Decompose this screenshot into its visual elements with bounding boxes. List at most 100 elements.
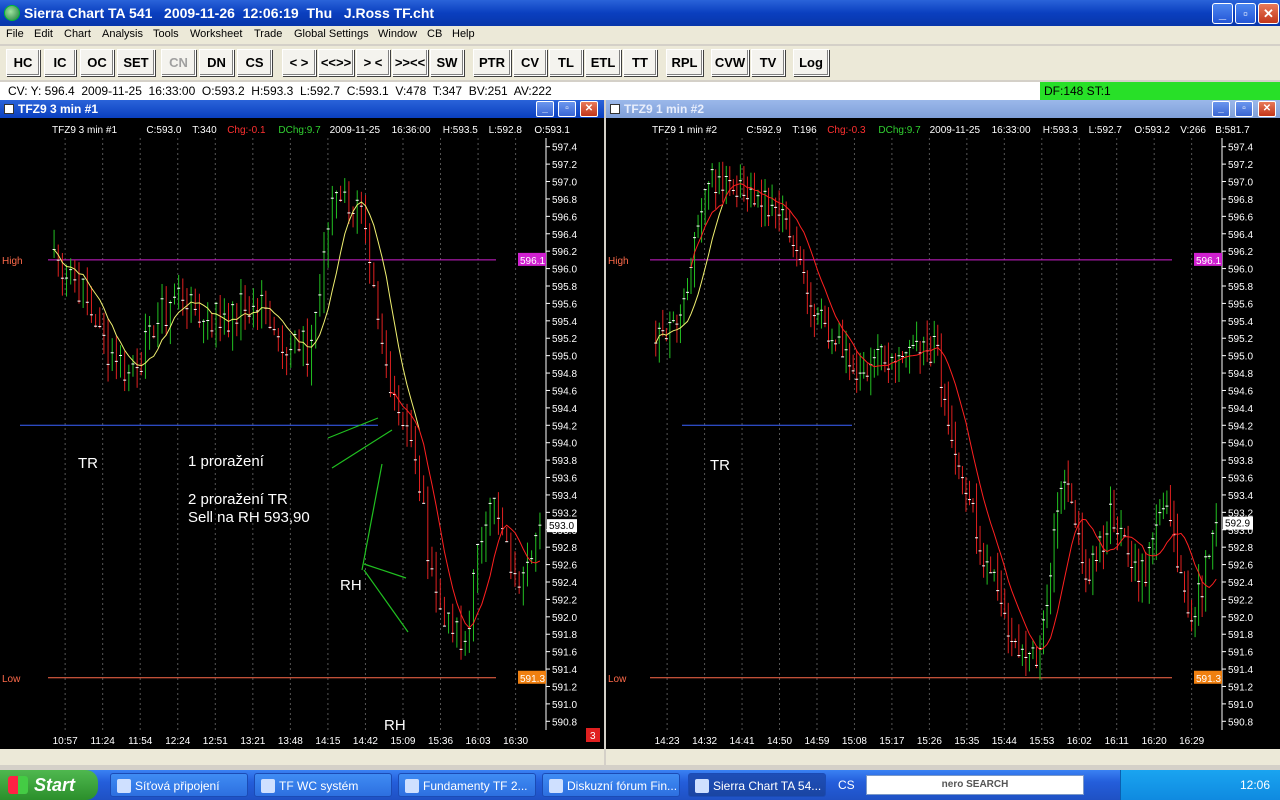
start-button[interactable]: Start (0, 770, 98, 800)
menu-file[interactable]: File (6, 28, 24, 40)
ic-button[interactable]: IC (44, 49, 76, 76)
tl-button[interactable]: TL (549, 49, 583, 76)
annotation-tr: TR (78, 455, 98, 472)
menu-help[interactable]: Help (452, 28, 475, 40)
horizontal-scrollbar[interactable] (606, 749, 1280, 765)
cvw-button[interactable]: CVW (711, 49, 749, 76)
y-axis-label: 595.8 (552, 282, 577, 293)
ptr-button[interactable]: PTR (473, 49, 511, 76)
scroll-fast-button[interactable]: <<>> (318, 49, 354, 76)
scroll-both-button[interactable]: < > (282, 49, 316, 76)
y-axis-label: 591.0 (1228, 700, 1253, 711)
chart-values-bar: CV: Y: 596.4 2009-11-25 16:33:00 O:593.2… (0, 82, 1280, 100)
etl-button[interactable]: ETL (585, 49, 621, 76)
y-axis-label: 595.0 (552, 352, 577, 363)
x-axis-label: 16:20 (1142, 736, 1167, 747)
chart-header-field: DChg:9.7 (878, 125, 921, 136)
chart-close-button[interactable]: ✕ (1258, 101, 1276, 117)
zoom-fast-button[interactable]: >><< (392, 49, 428, 76)
chart-maximize-button[interactable]: ▫ (1235, 101, 1253, 117)
chart-minimize-button[interactable]: _ (536, 101, 554, 117)
taskbar: Start Síťová připojení TF WC systém Fund… (0, 770, 1280, 800)
y-axis-label: 592.0 (552, 613, 577, 624)
sw-button[interactable]: SW (430, 49, 464, 76)
set-button[interactable]: SET (117, 49, 155, 76)
x-axis-label: 15:35 (954, 736, 979, 747)
chart-minimize-button[interactable]: _ (1212, 101, 1230, 117)
window-title: Sierra Chart TA 541 2009-11-26 12:06:19 … (24, 5, 435, 21)
menu-trade[interactable]: Trade (254, 28, 282, 40)
chart-maximize-button[interactable]: ▫ (558, 101, 576, 117)
minimize-button[interactable]: _ (1212, 3, 1233, 24)
task-discussion-forum[interactable]: Diskuzní fórum Fin... (542, 773, 680, 797)
chart-window-1min[interactable]: TFZ9 1 min #2 _ ▫ ✕ TFZ9 1 min #2 C:592.9… (606, 100, 1280, 765)
high-price-tag-label: 596.1 (520, 256, 545, 267)
menu-bar: File Edit Chart Analysis Tools Worksheet… (0, 26, 1280, 44)
x-axis-label: 15:53 (1029, 736, 1054, 747)
y-axis-label: 591.8 (552, 630, 577, 641)
rpl-button[interactable]: RPL (666, 49, 703, 76)
x-axis-label: 15:09 (390, 736, 415, 747)
hc-button[interactable]: HC (6, 49, 40, 76)
chart-window-3min[interactable]: TFZ9 3 min #1 _ ▫ ✕ TFZ9 3 min #1 C:593.0… (0, 100, 604, 765)
cv-button[interactable]: CV (513, 49, 547, 76)
x-axis-label: 16:02 (1067, 736, 1092, 747)
cs-button[interactable]: CS (237, 49, 272, 76)
annotation-rh: RH (340, 577, 362, 594)
menu-tools[interactable]: Tools (153, 28, 179, 40)
network-icon (117, 779, 131, 793)
language-indicator[interactable]: CS (838, 778, 855, 792)
menu-worksheet[interactable]: Worksheet (190, 28, 242, 40)
maximize-button[interactable]: ▫ (1235, 3, 1256, 24)
chart-close-button[interactable]: ✕ (580, 101, 598, 117)
task-sierra-chart[interactable]: Sierra Chart TA 54... (688, 773, 826, 797)
menu-global-settings[interactable]: Global Settings (294, 28, 369, 40)
y-axis-label: 596.8 (1228, 195, 1253, 206)
menu-analysis[interactable]: Analysis (102, 28, 143, 40)
price-chart[interactable]: TFZ9 3 min #1 C:593.0 T:340 Chg:-0.1 DChg:9.… (0, 118, 604, 749)
horizontal-scrollbar[interactable] (0, 749, 604, 765)
tv-button[interactable]: TV (751, 49, 785, 76)
oc-button[interactable]: OC (80, 49, 114, 76)
y-axis-label: 593.6 (552, 474, 577, 485)
dn-button[interactable]: DN (199, 49, 234, 76)
chart-window-title: TFZ9 3 min #1 (18, 102, 99, 116)
chart-header-field: 2009-11-25 (930, 125, 981, 136)
task-network-connections[interactable]: Síťová připojení (110, 773, 248, 797)
y-axis-label: 596.0 (1228, 265, 1253, 276)
price-chart[interactable]: TFZ9 1 min #2 C:592.9 T:196 Chg:-0.3 DChg:9.… (606, 118, 1280, 749)
zoom-in-button[interactable]: > < (356, 49, 390, 76)
chart-header-field: T:196 (792, 125, 817, 136)
menu-cb[interactable]: CB (427, 28, 442, 40)
log-button[interactable]: Log (793, 49, 829, 76)
chart-header-field: 16:36:00 (392, 125, 431, 136)
close-button[interactable]: ✕ (1258, 3, 1279, 24)
x-axis-label: 12:51 (203, 736, 228, 747)
y-axis-label: 591.0 (552, 700, 577, 711)
menu-edit[interactable]: Edit (34, 28, 53, 40)
y-axis-label: 594.4 (552, 404, 577, 415)
system-tray: 12:06 (1120, 770, 1280, 800)
chart-header-field: L:592.7 (1089, 125, 1123, 136)
windows-logo-icon (8, 776, 28, 794)
x-axis-label: 14:42 (353, 736, 378, 747)
y-axis-label: 597.4 (552, 143, 577, 154)
y-axis-label: 593.4 (552, 491, 577, 502)
high-price-tag-label: 596.1 (1196, 256, 1221, 267)
task-tf-wc-system[interactable]: TF WC systém (254, 773, 392, 797)
last-price-tag-label: 592.9 (1225, 519, 1250, 530)
chart-header-field: T:340 (192, 125, 217, 136)
menu-chart[interactable]: Chart (64, 28, 91, 40)
task-label: TF WC systém (279, 779, 359, 793)
x-axis-label: 16:11 (1105, 736, 1130, 747)
nero-search-input[interactable]: nero SEARCH (866, 775, 1084, 795)
annotation-arrow (363, 563, 407, 579)
menu-window[interactable]: Window (378, 28, 417, 40)
chart-window-titlebar: TFZ9 1 min #2 _ ▫ ✕ (606, 100, 1280, 118)
task-fundamenty[interactable]: Fundamenty TF 2... (398, 773, 536, 797)
annotation-arrow (327, 417, 379, 439)
y-axis-label: 595.4 (552, 317, 577, 328)
cn-button[interactable]: CN (161, 49, 196, 76)
tt-button[interactable]: TT (623, 49, 657, 76)
df-st-status: DF:148 ST:1 (1040, 82, 1280, 100)
